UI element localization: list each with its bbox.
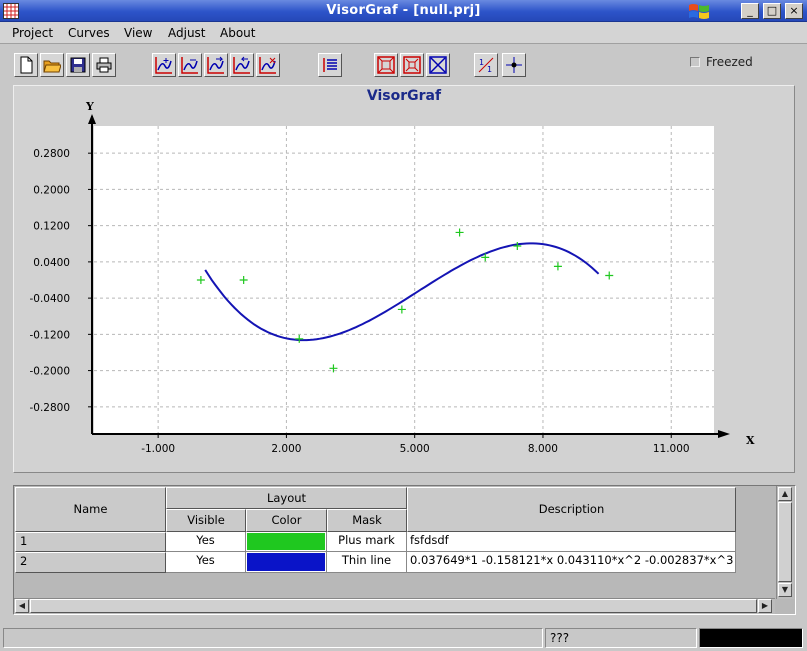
add-curve-button[interactable] bbox=[152, 53, 176, 77]
zoom-fit-button[interactable] bbox=[374, 53, 398, 77]
toolbar: 11 Freezed bbox=[0, 45, 807, 85]
menu-bar: Project Curves View Adjust About bbox=[0, 22, 807, 44]
edit-curve-icon bbox=[181, 57, 198, 74]
menu-adjust[interactable]: Adjust bbox=[168, 26, 206, 40]
scale-1-1-button[interactable]: 11 bbox=[474, 53, 498, 77]
col-header-visible[interactable]: Visible bbox=[166, 509, 246, 532]
zoom-fit-icon bbox=[377, 56, 395, 74]
x-tick-label: -1.000 bbox=[141, 443, 175, 455]
x-tick-label: 5.000 bbox=[400, 443, 430, 455]
horizontal-scroll-thumb[interactable] bbox=[30, 599, 757, 613]
plot-background bbox=[94, 126, 714, 434]
y-tick-label: 0.2000 bbox=[33, 184, 70, 196]
x-tick-label: 2.000 bbox=[271, 443, 301, 455]
row-visible[interactable]: Yes bbox=[166, 532, 246, 552]
color-swatch bbox=[247, 533, 325, 550]
scroll-up-button[interactable]: ▲ bbox=[778, 487, 792, 501]
row-header[interactable]: 1 bbox=[15, 532, 166, 552]
zoom-out-button[interactable] bbox=[400, 53, 424, 77]
row-mask[interactable]: Plus mark bbox=[327, 532, 407, 552]
y-tick-label: -0.2800 bbox=[29, 402, 70, 414]
y-tick-label: 0.0400 bbox=[33, 257, 70, 269]
x-axis-label: X bbox=[746, 434, 755, 447]
curve-forward-icon bbox=[207, 56, 224, 74]
row-header[interactable]: 2 bbox=[15, 552, 166, 573]
curve-back-button[interactable] bbox=[230, 53, 254, 77]
y-axis-arrow bbox=[88, 114, 96, 124]
minimize-button[interactable]: _ bbox=[741, 3, 759, 19]
close-button[interactable]: × bbox=[785, 3, 803, 19]
windows-logo-icon bbox=[689, 4, 709, 19]
menu-about[interactable]: About bbox=[220, 26, 255, 40]
freeze-checkbox[interactable]: Freezed bbox=[690, 55, 753, 69]
new-file-button[interactable] bbox=[14, 53, 38, 77]
add-curve-icon bbox=[155, 57, 172, 74]
crosshair-button[interactable] bbox=[502, 53, 526, 77]
scroll-right-button[interactable]: ▶ bbox=[758, 599, 772, 613]
y-axis-label: Y bbox=[85, 100, 94, 113]
horizontal-scrollbar[interactable]: ◀ ▶ bbox=[14, 598, 775, 614]
freeze-label: Freezed bbox=[706, 55, 753, 69]
menu-project[interactable]: Project bbox=[12, 26, 53, 40]
svg-text:1: 1 bbox=[487, 65, 492, 74]
curve-list-icon bbox=[323, 58, 337, 72]
svg-text:1: 1 bbox=[479, 58, 484, 67]
scale-1-1-icon: 11 bbox=[478, 57, 494, 74]
vertical-scrollbar[interactable]: ▲ ▼ bbox=[776, 486, 794, 599]
y-tick-label: 0.1200 bbox=[33, 221, 70, 233]
row-color[interactable] bbox=[246, 532, 327, 552]
col-header-mask[interactable]: Mask bbox=[327, 509, 407, 532]
status-left bbox=[3, 628, 543, 648]
curve-list-button[interactable] bbox=[318, 53, 342, 77]
open-folder-icon bbox=[43, 60, 61, 73]
status-middle: ??? bbox=[545, 628, 697, 648]
x-tick-label: 11.000 bbox=[653, 443, 690, 455]
graph-panel: VisorGraf YX -0.2800 -0.2000 -0.1200 -0.040… bbox=[13, 85, 795, 473]
status-bar: ??? bbox=[0, 627, 807, 651]
curves-table: Name Layout Visible Color Mask Descripti… bbox=[13, 485, 796, 615]
crosshair-icon bbox=[506, 57, 522, 73]
zoom-reset-button[interactable] bbox=[426, 53, 450, 77]
new-file-icon bbox=[20, 56, 33, 74]
col-header-layout[interactable]: Layout bbox=[166, 487, 407, 509]
status-right bbox=[699, 628, 803, 648]
open-button[interactable] bbox=[40, 53, 64, 77]
menu-view[interactable]: View bbox=[124, 26, 152, 40]
row-description[interactable]: 0.037649*1 -0.158121*x 0.043110*x^2 -0.0… bbox=[407, 552, 736, 573]
y-tick-label: 0.2800 bbox=[33, 148, 70, 160]
curve-forward-button[interactable] bbox=[204, 53, 228, 77]
col-header-name[interactable]: Name bbox=[15, 487, 166, 532]
edit-curve-button[interactable] bbox=[178, 53, 202, 77]
freeze-checkbox-box[interactable] bbox=[690, 57, 700, 67]
color-swatch bbox=[247, 553, 325, 571]
row-color[interactable] bbox=[246, 552, 327, 573]
print-button[interactable] bbox=[92, 53, 116, 77]
col-header-color[interactable]: Color bbox=[246, 509, 327, 532]
delete-curve-button[interactable] bbox=[256, 53, 280, 77]
x-tick-label: 8.000 bbox=[528, 443, 558, 455]
col-header-description[interactable]: Description bbox=[407, 487, 736, 532]
vertical-scroll-thumb[interactable] bbox=[778, 502, 792, 582]
zoom-out-icon bbox=[403, 56, 421, 74]
x-axis-arrow bbox=[718, 430, 730, 438]
delete-curve-icon bbox=[259, 57, 276, 74]
row-visible[interactable]: Yes bbox=[166, 552, 246, 573]
y-tick-label: -0.1200 bbox=[29, 329, 70, 341]
save-icon bbox=[70, 57, 86, 73]
row-mask[interactable]: Thin line bbox=[327, 552, 407, 573]
curve-back-icon bbox=[233, 56, 250, 74]
chart-area[interactable]: Y X -0.2800 -0.2000 -0.1200 -0.0400 0.0400 0.1… bbox=[14, 86, 794, 472]
menu-curves[interactable]: Curves bbox=[68, 26, 110, 40]
y-tick-label: -0.0400 bbox=[29, 293, 70, 305]
scroll-down-button[interactable]: ▼ bbox=[778, 583, 792, 597]
maximize-button[interactable]: □ bbox=[763, 3, 781, 19]
save-button[interactable] bbox=[66, 53, 90, 77]
print-icon bbox=[96, 57, 112, 73]
title-bar: VisorGraf - [null.prj] _ □ × bbox=[0, 0, 807, 22]
scroll-left-button[interactable]: ◀ bbox=[15, 599, 29, 613]
zoom-reset-icon bbox=[429, 56, 447, 74]
y-tick-label: -0.2000 bbox=[29, 366, 70, 378]
row-description[interactable]: fsfdsdf bbox=[407, 532, 736, 552]
